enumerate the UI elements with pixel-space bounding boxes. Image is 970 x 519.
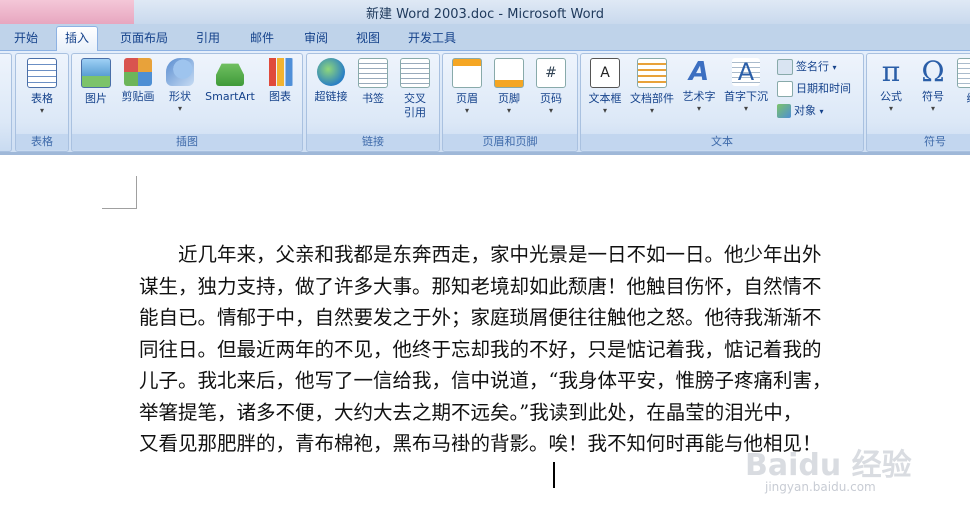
quick-parts-button[interactable]: 文档部件 ▾ xyxy=(627,58,677,116)
group-label-links: 链接 xyxy=(307,134,439,150)
chevron-down-icon: ▾ xyxy=(819,107,824,116)
footer-button[interactable]: 页脚 ▾ xyxy=(491,58,527,116)
chart-button[interactable]: 图表 xyxy=(262,58,298,104)
chevron-down-icon: ▾ xyxy=(888,104,893,113)
chevron-down-icon: ▾ xyxy=(743,104,748,113)
chevron-down-icon: ▾ xyxy=(832,63,837,72)
group-label-illustrations: 插图 xyxy=(72,134,302,150)
bar-chart-icon xyxy=(266,58,294,86)
text-line: 能自已。情郁于中，自然要发之于外；家庭琐屑便往往触他之怒。他待我渐渐不 xyxy=(139,306,822,329)
shapes-icon xyxy=(166,58,194,86)
window-title: 新建 Word 2003.doc - Microsoft Word xyxy=(366,7,604,22)
numbering-icon xyxy=(957,58,970,88)
object-button[interactable]: 对象 ▾ xyxy=(777,102,824,120)
pi-icon: π xyxy=(881,55,901,88)
footer-icon xyxy=(494,58,524,88)
quick-parts-icon xyxy=(637,58,667,88)
text-line: 举箸提笔，诸多不便，大约大去之期不远矣。”我读到此处，在晶莹的泪光中， xyxy=(139,400,803,424)
numbering-button[interactable]: 编 xyxy=(957,58,970,106)
tab-home[interactable]: 开始 xyxy=(6,28,46,48)
watermark-url: jingyan.baidu.com xyxy=(765,480,876,494)
group-pages-partial xyxy=(0,53,12,152)
calendar-icon xyxy=(777,81,793,97)
equation-button[interactable]: π 公式 ▾ xyxy=(873,58,909,114)
wordart-button[interactable]: A 艺术字 ▾ xyxy=(679,58,719,114)
clipart-button[interactable]: 剪贴画 xyxy=(118,58,158,104)
group-text: A 文本框 ▾ 文档部件 ▾ A 艺术字 ▾ A 首字下沉 ▾ 签名行 ▾ 日期… xyxy=(580,53,864,152)
table-button[interactable]: 表格 ▾ xyxy=(24,58,60,116)
tab-view[interactable]: 视图 xyxy=(348,28,388,48)
chevron-down-icon: ▾ xyxy=(177,104,182,113)
drop-cap-button[interactable]: A 首字下沉 ▾ xyxy=(721,58,771,114)
picture-icon xyxy=(81,58,111,88)
title-bar: 新建 Word 2003.doc - Microsoft Word xyxy=(0,0,970,24)
tab-references[interactable]: 引用 xyxy=(188,28,228,48)
picture-button[interactable]: 图片 xyxy=(78,58,114,106)
page-margin-marker xyxy=(102,176,137,209)
chevron-down-icon: ▾ xyxy=(649,106,654,115)
group-label-header-footer: 页眉和页脚 xyxy=(443,134,577,150)
chevron-down-icon: ▾ xyxy=(464,106,469,115)
text-line: 同往日。但最近两年的不见，他终于忘却我的不好，只是惦记着我，惦记着我的 xyxy=(139,337,822,361)
bookmark-button[interactable]: 书签 xyxy=(355,58,391,106)
ribbon-tabs: 开始 插入 页面布局 引用 邮件 审阅 视图 开发工具 xyxy=(0,24,970,51)
textbox-icon: A xyxy=(590,58,620,88)
chevron-down-icon: ▾ xyxy=(930,104,935,113)
drop-cap-icon: A xyxy=(732,58,760,86)
group-symbols: π 公式 ▾ Ω 符号 ▾ 编 符号 xyxy=(866,53,970,152)
textbox-button[interactable]: A 文本框 ▾ xyxy=(585,58,625,116)
tab-page-layout[interactable]: 页面布局 xyxy=(112,28,176,48)
omega-icon: Ω xyxy=(921,55,945,88)
cross-reference-button[interactable]: 交叉 引用 xyxy=(395,58,435,120)
signature-icon xyxy=(777,59,793,75)
group-label-symbols: 符号 xyxy=(867,134,970,150)
hyperlink-button[interactable]: 超链接 xyxy=(311,58,351,104)
tab-review[interactable]: 审阅 xyxy=(296,28,336,48)
group-illustrations: 图片 剪贴画 形状 ▾ SmartArt 图表 插图 xyxy=(71,53,303,152)
chevron-down-icon: ▾ xyxy=(39,106,44,115)
table-icon xyxy=(27,58,57,88)
tab-developer[interactable]: 开发工具 xyxy=(400,28,464,48)
smartart-button[interactable]: SmartArt xyxy=(202,58,258,104)
text-cursor xyxy=(553,462,555,488)
header-icon xyxy=(452,58,482,88)
group-header-footer: 页眉 ▾ 页脚 ▾ # 页码 ▾ 页眉和页脚 xyxy=(442,53,578,152)
smartart-icon xyxy=(216,63,244,86)
chevron-down-icon: ▾ xyxy=(506,106,511,115)
group-links: 超链接 书签 交叉 引用 链接 xyxy=(306,53,440,152)
ribbon: 表格 ▾ 表格 图片 剪贴画 形状 ▾ SmartArt 图表 插图 超链接 书… xyxy=(0,51,970,155)
date-time-button[interactable]: 日期和时间 xyxy=(777,80,851,98)
text-line: 儿子。我北来后，他写了一信给我，信中说道，“我身体平安，惟膀子疼痛利害， xyxy=(139,369,832,392)
text-line: 谋生，独力支持，做了许多大事。那知老境却如此颓唐！他触目伤怀，自然情不 xyxy=(139,274,822,298)
document-paragraph[interactable]: 近几年来，父亲和我都是东奔西走，家中光景是一日不如一日。他少年出外 谋生，独力支… xyxy=(139,239,970,460)
chevron-down-icon: ▾ xyxy=(696,104,701,113)
header-button[interactable]: 页眉 ▾ xyxy=(449,58,485,116)
text-line: 近几年来，父亲和我都是东奔西走，家中光景是一日不如一日。他少年出外 xyxy=(139,243,822,266)
tab-insert[interactable]: 插入 xyxy=(56,26,99,51)
wordart-icon: A xyxy=(688,57,710,87)
clipart-icon xyxy=(124,58,152,86)
watermark-logo: Baidu 经验 xyxy=(745,448,912,483)
page-number-icon: # xyxy=(536,58,566,88)
tab-mailings[interactable]: 邮件 xyxy=(242,28,282,48)
group-table: 表格 ▾ 表格 xyxy=(15,53,69,152)
group-label-table: 表格 xyxy=(16,134,68,150)
shapes-button[interactable]: 形状 ▾ xyxy=(162,58,198,114)
object-icon xyxy=(777,104,791,118)
symbol-button[interactable]: Ω 符号 ▾ xyxy=(915,58,951,114)
signature-line-button[interactable]: 签名行 ▾ xyxy=(777,58,837,76)
chevron-down-icon: ▾ xyxy=(548,106,553,115)
globe-icon xyxy=(317,58,345,86)
group-label-text: 文本 xyxy=(581,134,863,150)
chevron-down-icon: ▾ xyxy=(602,106,607,115)
page-number-button[interactable]: # 页码 ▾ xyxy=(533,58,569,116)
cross-reference-icon xyxy=(400,58,430,88)
bookmark-icon xyxy=(358,58,388,88)
